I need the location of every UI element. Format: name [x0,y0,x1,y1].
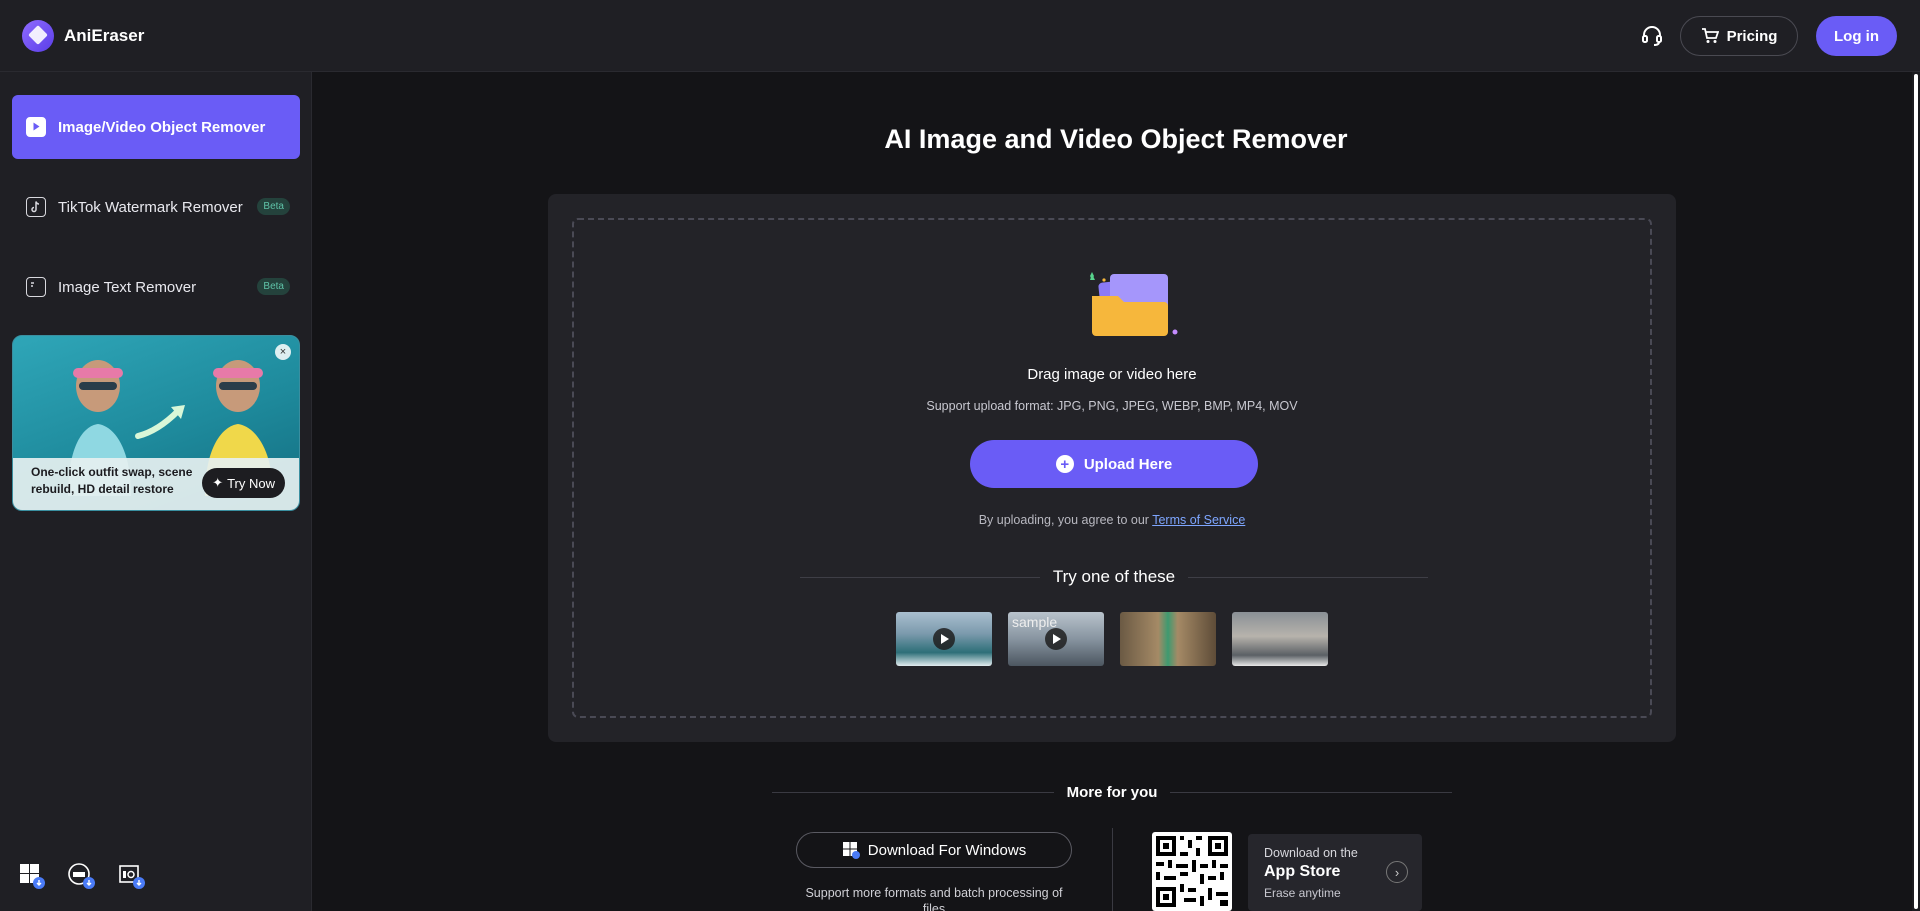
windows-description: Support more formats and batch processin… [805,886,1063,911]
sidebar-item-object-remover[interactable]: Image/Video Object Remover [12,95,300,159]
download-windows-label: Download For Windows [867,841,1027,859]
sidebar: Image/Video Object Remover TikTok Waterm… [0,72,312,911]
upload-label: Upload Here [1083,455,1173,473]
vertical-divider [1112,828,1113,911]
sample-image-woman[interactable] [1120,612,1216,666]
upload-button[interactable]: + Upload Here [970,440,1258,488]
play-icon [933,628,955,650]
divider [1188,577,1428,578]
scrollbar-thumb[interactable] [1914,74,1918,909]
play-icon [26,117,46,137]
beta-badge: Beta [257,278,290,295]
sample-video-coast[interactable] [896,612,992,666]
app-store-caption: Download on the [1264,846,1358,860]
try-samples-heading: Try one of these [800,567,1428,587]
play-icon [1045,628,1067,650]
drag-text: Drag image or video here [1027,366,1197,383]
cart-icon [1701,28,1719,43]
sample-list: sample [896,612,1328,666]
arrow-icon [135,405,185,439]
chevron-right-icon[interactable]: › [1386,861,1408,883]
tiktok-icon [26,197,46,217]
divider [1170,792,1452,793]
sample-video-mountain[interactable]: sample [1008,612,1104,666]
sample-image-street[interactable] [1232,612,1328,666]
app-store-subtitle: Erase anytime [1264,886,1341,900]
page-title: AI Image and Video Object Remover [884,124,1348,154]
login-button[interactable]: Log in [1816,16,1897,56]
app-name: AniEraser [64,26,145,45]
windows-icon [842,842,860,859]
top-bar: AniEraser Pricing Log in [0,0,1920,72]
plus-icon: + [1055,455,1074,473]
download-platforms [18,862,146,890]
promo-banner[interactable]: × One-click outfit swap, scene rebuild, … [12,335,300,511]
folder-icon [1090,272,1178,336]
app-logo-icon [22,20,54,52]
upload-panel: Drag image or video here Support upload … [548,194,1676,742]
logo[interactable]: AniEraser [22,20,144,52]
ios-download-icon[interactable] [118,862,146,890]
app-store-title: App Store [1264,863,1341,880]
sample-alt-text: sample [1012,614,1058,630]
qr-code [1152,832,1232,911]
try-now-button[interactable]: ✦ Try Now [202,468,285,498]
app-store-card[interactable]: Download on the App Store Erase anytime … [1248,834,1422,911]
headset-icon[interactable] [1640,24,1664,48]
supported-formats: Support upload format: JPG, PNG, JPEG, W… [926,399,1298,413]
sidebar-item-tiktok-watermark[interactable]: TikTok Watermark Remover Beta [12,175,300,239]
windows-download-icon[interactable] [18,862,46,890]
download-windows-button[interactable]: Download For Windows [796,832,1072,868]
terms-notice: By uploading, you agree to our Terms of … [574,513,1650,527]
more-for-you-heading: More for you [772,782,1452,802]
sidebar-item-image-text[interactable]: Image Text Remover Beta [12,255,300,319]
dropzone[interactable]: Drag image or video here Support upload … [572,218,1652,718]
promo-text: One-click outfit swap, scene rebuild, HD… [31,465,193,496]
terms-of-service-link[interactable]: Terms of Service [1152,513,1245,527]
sparkle-icon: ✦ [212,475,224,490]
mac-download-icon[interactable] [68,862,96,890]
sidebar-item-label: TikTok Watermark Remover [58,198,243,216]
beta-badge: Beta [257,198,290,215]
close-icon[interactable]: × [275,344,291,360]
sidebar-item-label: Image Text Remover [58,278,197,296]
terms-prefix: By uploading, you agree to our [978,513,1153,527]
sidebar-item-label: Image/Video Object Remover [58,118,266,136]
pricing-button[interactable]: Pricing [1680,16,1798,56]
image-text-icon [26,277,46,297]
try-now-label: Try Now [227,475,275,491]
pricing-label: Pricing [1726,27,1778,45]
